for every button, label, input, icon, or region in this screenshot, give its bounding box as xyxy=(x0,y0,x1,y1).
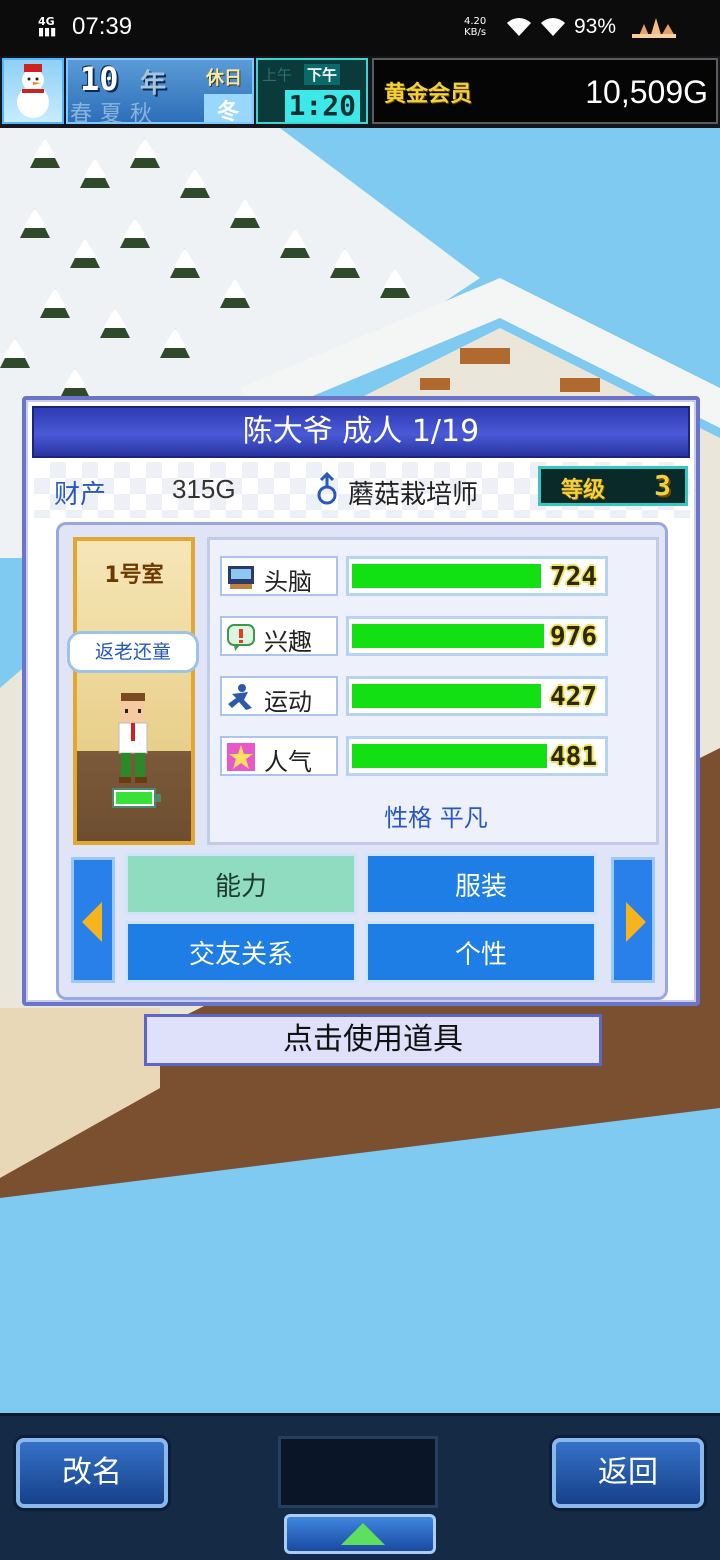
stat-name: 运动 xyxy=(220,676,338,716)
stat-name: 人气 xyxy=(220,736,338,776)
stat-bar: 724 xyxy=(346,556,608,596)
use-item-button[interactable]: 点击使用道具 xyxy=(144,1014,602,1066)
stat-bar: 976 xyxy=(346,616,608,656)
stat-value: 427 xyxy=(550,682,597,712)
chevron-right-icon xyxy=(626,902,646,942)
asset-label: 财产 xyxy=(54,480,107,510)
next-page-button[interactable] xyxy=(611,857,655,983)
year-number: 10 xyxy=(80,60,119,98)
money-amount: 10,509G xyxy=(585,74,708,110)
character-info-row: 财产 315G 蘑菇栽培师 等级 3 xyxy=(34,462,690,518)
character-title: 陈大爷 成人 1/19 xyxy=(32,406,690,458)
game-hud: 10 年 休日 春夏秋 冬 上午 下午 1:20 黄金会员 10,509G xyxy=(0,56,720,128)
game-notification-icon xyxy=(632,18,676,38)
male-icon xyxy=(317,472,337,505)
calendar-panel[interactable]: 10 年 休日 春夏秋 冬 xyxy=(66,58,254,127)
expand-menu-button[interactable] xyxy=(284,1514,436,1554)
tab-ability[interactable]: 能力 xyxy=(125,853,357,915)
stat-row-interest: 兴趣 976 xyxy=(220,616,608,656)
stat-row-sports: 运动 427 xyxy=(220,676,608,716)
popularity-icon xyxy=(227,743,255,771)
stat-fill xyxy=(352,744,547,768)
network-speed: 4.20 KB/s xyxy=(464,16,486,38)
battery-level: 93% xyxy=(574,15,617,38)
stat-fill xyxy=(352,684,542,708)
year-unit: 年 xyxy=(140,69,167,99)
status-bar: 4G ▮▮▮ 07:39 4.20 KB/s 93% xyxy=(0,0,720,56)
back-button[interactable]: 返回 xyxy=(552,1438,704,1508)
tab-clothing[interactable]: 服装 xyxy=(365,853,597,915)
signal-icon: ▮▮▮ xyxy=(38,25,57,38)
past-seasons: 春夏秋 xyxy=(70,102,161,127)
room-card[interactable]: 1号室 返老还童 xyxy=(67,537,199,845)
pm-indicator: 下午 xyxy=(304,64,341,85)
character-panel: 陈大爷 成人 1/19 财产 315G 蘑菇栽培师 等级 3 1号室 返老还童 xyxy=(22,396,700,1006)
status-time: 07:39 xyxy=(72,13,133,40)
battery-icon xyxy=(112,788,161,808)
personality-text: 性格 平凡 xyxy=(384,804,488,832)
job-title: 蘑菇栽培师 xyxy=(348,480,479,510)
game-clock: 1:20 xyxy=(284,90,360,122)
stat-value: 724 xyxy=(550,562,597,592)
stat-label: 人气 xyxy=(264,748,312,776)
arrow-up-icon xyxy=(341,1523,385,1545)
stat-fill xyxy=(352,624,544,648)
stat-label: 兴趣 xyxy=(264,628,312,656)
current-season: 冬 xyxy=(204,94,252,125)
stat-value: 481 xyxy=(550,742,597,772)
room-name: 1号室 xyxy=(104,563,164,588)
stat-name: 头脑 xyxy=(220,556,338,596)
am-indicator: 上午 xyxy=(262,66,293,84)
prev-page-button[interactable] xyxy=(71,857,115,983)
holiday-label: 休日 xyxy=(206,68,242,89)
snowman-icon xyxy=(17,64,49,118)
wifi-icon xyxy=(507,18,531,36)
stat-bar: 481 xyxy=(346,736,608,776)
stat-label: 运动 xyxy=(264,688,312,716)
speed-unit: KB/s xyxy=(464,27,487,38)
stat-row-brain: 头脑 724 xyxy=(220,556,608,596)
rename-button[interactable]: 改名 xyxy=(16,1438,168,1508)
tab-personality[interactable]: 个性 xyxy=(365,921,597,983)
character-detail: 1号室 返老还童 头脑 724 兴趣 976 运动 427 人气 481 性格 … xyxy=(56,522,668,1000)
interest-icon xyxy=(227,624,255,651)
level-badge: 等级 3 xyxy=(538,466,688,506)
stat-value: 976 xyxy=(550,622,597,652)
sports-icon xyxy=(228,684,252,710)
center-slot xyxy=(278,1436,438,1508)
stat-bar: 427 xyxy=(346,676,608,716)
clock-panel: 上午 下午 1:20 xyxy=(256,58,368,124)
stat-name: 兴趣 xyxy=(220,616,338,656)
stats-box: 头脑 724 兴趣 976 运动 427 人气 481 性格 平凡 xyxy=(207,537,659,845)
season-portrait[interactable] xyxy=(2,58,64,124)
level-label: 等级 xyxy=(561,478,606,503)
speed-value: 4.20 xyxy=(464,16,487,27)
status-bubble: 返老还童 xyxy=(67,631,199,673)
bottom-bar: 改名 返回 xyxy=(0,1413,720,1560)
membership-badge: 黄金会员 xyxy=(384,82,473,107)
tab-friends[interactable]: 交友关系 xyxy=(125,921,357,983)
money-panel[interactable]: 黄金会员 10,509G xyxy=(372,58,718,124)
network-indicator: 4G ▮▮▮ xyxy=(38,16,57,38)
stat-fill xyxy=(352,564,542,588)
brain-icon xyxy=(228,566,254,589)
character-sprite xyxy=(118,693,148,783)
chevron-left-icon xyxy=(82,902,102,942)
stat-row-popularity: 人气 481 xyxy=(220,736,608,776)
stat-label: 头脑 xyxy=(264,568,312,596)
wifi-icon xyxy=(541,18,565,36)
asset-value: 315G xyxy=(172,474,236,504)
level-value: 3 xyxy=(654,469,671,502)
